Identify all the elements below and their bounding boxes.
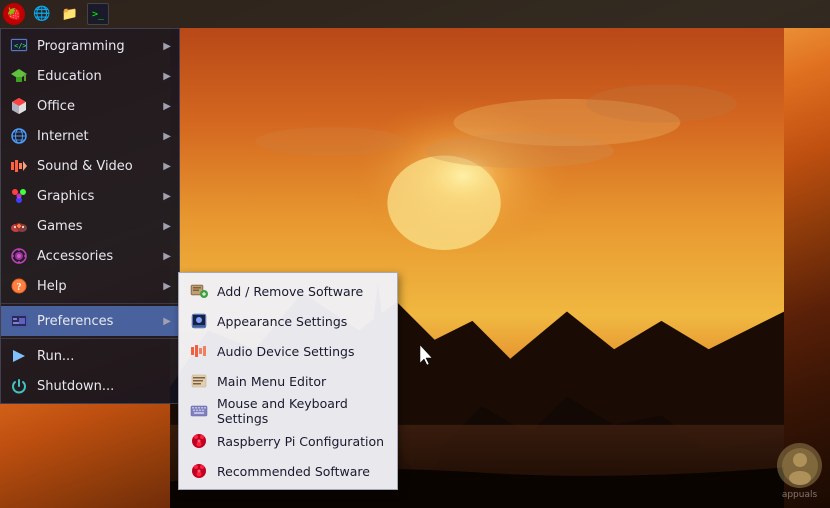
submenu-item-appearance[interactable]: Appearance Settings	[179, 306, 397, 336]
games-arrow: ▶	[163, 221, 171, 232]
menu-divider-2	[1, 338, 179, 339]
submenu-item-audio[interactable]: Audio Device Settings	[179, 336, 397, 366]
mouse-keyboard-icon	[189, 401, 209, 421]
menu-divider-1	[1, 303, 179, 304]
office-label: Office	[37, 99, 163, 114]
programming-arrow: ▶	[163, 41, 171, 52]
graphics-label: Graphics	[37, 189, 163, 204]
taskbar: 🍓 🌐 📁 >_	[0, 0, 830, 28]
run-icon	[9, 346, 29, 366]
education-arrow: ▶	[163, 71, 171, 82]
audio-label: Audio Device Settings	[217, 344, 355, 359]
submenu-item-main-menu[interactable]: Main Menu Editor	[179, 366, 397, 396]
sound-video-label: Sound & Video	[37, 159, 163, 174]
sound-video-arrow: ▶	[163, 161, 171, 172]
sound-video-icon	[9, 156, 29, 176]
education-icon	[9, 66, 29, 86]
help-arrow: ▶	[163, 281, 171, 292]
accessories-icon	[9, 246, 29, 266]
appearance-label: Appearance Settings	[217, 314, 347, 329]
submenu-item-add-remove[interactable]: Add / Remove Software	[179, 276, 397, 306]
taskbar-raspberry-icon[interactable]: 🍓	[3, 3, 25, 25]
main-menu: </> Programming ▶ Education ▶ Office ▶	[0, 28, 180, 404]
menu-item-education[interactable]: Education ▶	[1, 61, 179, 91]
menu-item-preferences[interactable]: Preferences ▶	[1, 306, 179, 336]
graphics-arrow: ▶	[163, 191, 171, 202]
education-label: Education	[37, 69, 163, 84]
svg-text:?: ?	[17, 282, 22, 293]
internet-arrow: ▶	[163, 131, 171, 142]
raspberry-config-label: Raspberry Pi Configuration	[217, 434, 384, 449]
menu-item-run[interactable]: Run...	[1, 341, 179, 371]
help-icon: ?	[9, 276, 29, 296]
menu-item-sound-video[interactable]: Sound & Video ▶	[1, 151, 179, 181]
recommended-label: Recommended Software	[217, 464, 370, 479]
mouse-keyboard-label: Mouse and Keyboard Settings	[217, 396, 387, 426]
shutdown-icon	[9, 376, 29, 396]
graphics-icon	[9, 186, 29, 206]
preferences-label: Preferences	[37, 314, 163, 329]
preferences-icon	[9, 311, 29, 331]
programming-label: Programming	[37, 39, 163, 54]
taskbar-terminal-icon[interactable]: >_	[87, 3, 109, 25]
submenu-item-recommended[interactable]: Recommended Software	[179, 456, 397, 486]
office-arrow: ▶	[163, 101, 171, 112]
office-icon	[9, 96, 29, 116]
recommended-icon	[189, 461, 209, 481]
main-menu-editor-icon	[189, 371, 209, 391]
audio-icon	[189, 341, 209, 361]
menu-item-internet[interactable]: Internet ▶	[1, 121, 179, 151]
svg-text:</>: </>	[14, 42, 27, 50]
add-remove-icon	[189, 281, 209, 301]
accessories-label: Accessories	[37, 249, 163, 264]
help-label: Help	[37, 279, 163, 294]
watermark-text: appuals	[777, 490, 822, 500]
run-label: Run...	[37, 349, 171, 364]
menu-item-graphics[interactable]: Graphics ▶	[1, 181, 179, 211]
taskbar-globe-icon[interactable]: 🌐	[31, 3, 53, 25]
watermark: appuals	[777, 443, 822, 500]
menu-item-office[interactable]: Office ▶	[1, 91, 179, 121]
menu-item-games[interactable]: Games ▶	[1, 211, 179, 241]
games-icon	[9, 216, 29, 236]
taskbar-folder-icon[interactable]: 📁	[59, 3, 81, 25]
internet-icon	[9, 126, 29, 146]
games-label: Games	[37, 219, 163, 234]
main-menu-editor-label: Main Menu Editor	[217, 374, 326, 389]
appearance-icon	[189, 311, 209, 331]
submenu-item-mouse-keyboard[interactable]: Mouse and Keyboard Settings	[179, 396, 397, 426]
menu-item-shutdown[interactable]: Shutdown...	[1, 371, 179, 401]
add-remove-label: Add / Remove Software	[217, 284, 363, 299]
shutdown-label: Shutdown...	[37, 379, 171, 394]
accessories-arrow: ▶	[163, 251, 171, 262]
programming-icon: </>	[9, 36, 29, 56]
menu-item-programming[interactable]: </> Programming ▶	[1, 31, 179, 61]
preferences-arrow: ▶	[163, 316, 171, 327]
raspberry-config-icon	[189, 431, 209, 451]
menu-item-accessories[interactable]: Accessories ▶	[1, 241, 179, 271]
preferences-submenu: Add / Remove Software Appearance Setting…	[178, 272, 398, 490]
submenu-item-raspberry-config[interactable]: Raspberry Pi Configuration	[179, 426, 397, 456]
menu-item-help[interactable]: ? Help ▶	[1, 271, 179, 301]
internet-label: Internet	[37, 129, 163, 144]
